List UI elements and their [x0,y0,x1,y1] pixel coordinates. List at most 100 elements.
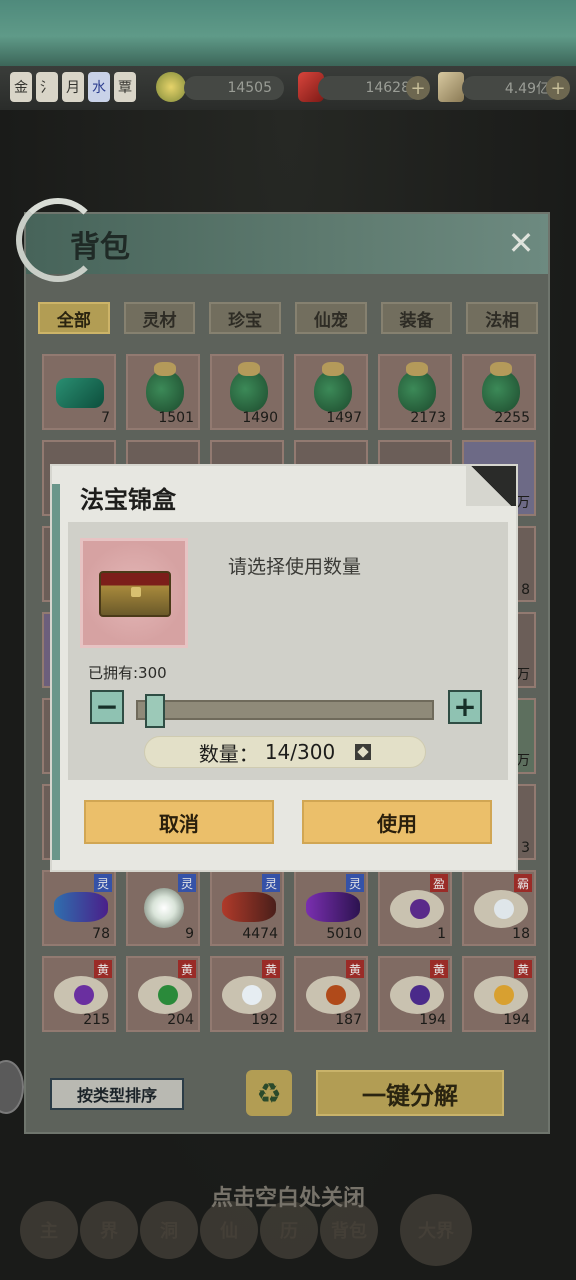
item-count: 187 [335,1012,362,1028]
item-slot[interactable]: 黄 215 [42,956,116,1032]
scroll-orb-icon [306,976,360,1014]
grade-tag: 灵 [262,874,280,892]
dialog-title: 法宝锦盒 [80,485,176,514]
item-slot[interactable]: 1501 [126,354,200,430]
cancel-button[interactable]: 取消 [84,800,274,844]
tab-treasures[interactable]: 珍宝 [209,302,282,334]
status-badge[interactable]: 氵 [36,72,58,102]
item-count: 18 [512,926,530,942]
edit-icon[interactable] [355,744,372,760]
grade-tag: 黄 [178,960,196,978]
item-count: 194 [419,1012,446,1028]
item-slot[interactable]: 黄 194 [462,956,536,1032]
use-item-dialog: 法宝锦盒 请选择使用数量 已拥有:300 − + 数量： 14/300 取消 使… [52,466,516,870]
item-slot[interactable]: 灵9 [126,870,200,946]
tab-avatar[interactable]: 法相 [466,302,539,334]
item-slot[interactable]: 7 [42,354,116,430]
item-count: 9 [185,926,194,942]
page-curl-decoration [466,466,516,506]
scroll-orb-icon [138,976,192,1014]
grade-tag: 黄 [94,960,112,978]
item-slot[interactable]: 灵 5010 [294,870,368,946]
add-jade-button[interactable]: + [406,76,430,100]
tab-materials[interactable]: 灵材 [123,302,196,334]
dialog-body: 请选择使用数量 已拥有:300 − + 数量： 14/300 [68,522,508,780]
item-preview [80,538,188,648]
pouch-icon [146,362,184,412]
status-badge[interactable]: 月 [62,72,84,102]
item-count: 215 [83,1012,110,1028]
item-slot[interactable]: 黄 187 [294,956,368,1032]
grade-tag: 灵 [346,874,364,892]
item-count: 192 [251,1012,278,1028]
item-count: 7 [101,410,110,426]
item-count: 8 [521,582,530,598]
item-slot[interactable]: 黄 194 [378,956,452,1032]
decompose-all-button[interactable]: 一键分解 [316,1070,504,1116]
quantity-label: 数量： [198,741,259,766]
quantity-field[interactable]: 数量： 14/300 [144,736,426,768]
item-slot[interactable]: 黄 204 [126,956,200,1032]
status-badge[interactable]: 金 [10,72,32,102]
item-slot[interactable]: 黄 192 [210,956,284,1032]
item-slot[interactable]: 2173 [378,354,452,430]
grade-tag: 黄 [514,960,532,978]
increase-button[interactable]: + [448,690,482,724]
item-slot[interactable]: 盈1 [378,870,452,946]
item-slot[interactable]: 2255 [462,354,536,430]
sort-by-type-button[interactable]: 按类型排序 [50,1078,184,1110]
grade-tag: 黄 [430,960,448,978]
item-slot[interactable]: 灵 4474 [210,870,284,946]
treasure-chest-icon [99,571,171,617]
grid-row: 黄 215 黄 204 黄 192 黄 187 黄 194 黄 194 [42,956,536,1032]
scroll-orb-icon [222,976,276,1014]
item-count: 1497 [326,410,362,426]
grade-tag: 灵 [178,874,196,892]
status-badge[interactable]: 覃 [114,72,136,102]
item-count: 1501 [158,410,194,426]
top-banner [0,0,576,66]
item-count: 78 [92,926,110,942]
scroll-orb-icon [474,976,528,1014]
grade-tag: 黄 [346,960,364,978]
add-coin-button[interactable]: + [546,76,570,100]
pouch-icon [230,362,268,412]
item-count: 2255 [494,410,530,426]
pouch-icon [398,362,436,412]
tab-all[interactable]: 全部 [38,302,110,334]
slider-handle[interactable] [145,694,166,728]
decrease-button[interactable]: − [90,690,124,724]
tab-pets[interactable]: 仙宠 [295,302,367,334]
item-slot[interactable]: 灵 78 [42,870,116,946]
grade-tag: 盈 [430,874,448,892]
quantity-slider[interactable] [136,700,434,720]
grid-row: 灵 78 灵9 灵 4474 灵 5010 盈1 霸 18 [42,870,536,946]
item-slot[interactable]: 1490 [210,354,284,430]
item-count: 204 [167,1012,194,1028]
recycle-icon[interactable]: ♻ [246,1070,292,1116]
grade-tag: 霸 [514,874,532,892]
item-count: 2173 [410,410,446,426]
item-count: 5010 [326,926,362,942]
item-count: 3 [521,840,530,856]
item-slot[interactable]: 霸 18 [462,870,536,946]
grade-tag: 灵 [94,874,112,892]
item-slot[interactable]: 1497 [294,354,368,430]
item-count: 4474 [242,926,278,942]
coin-icon [438,72,464,102]
scroll-orb-icon [474,890,528,928]
status-badge[interactable]: 水 [88,72,110,102]
scroll-orb-icon [54,976,108,1014]
bag-header: 背包 ✕ [16,198,548,282]
scroll-orb-icon [390,976,444,1014]
spirit-fish-icon [306,892,360,922]
pearl-icon [144,888,184,928]
pouch-icon [314,362,352,412]
quantity-value: 14/300 [264,740,336,764]
owned-count: 已拥有:300 [88,664,167,682]
close-icon[interactable]: ✕ [504,226,538,260]
item-count: 194 [503,1012,530,1028]
use-button[interactable]: 使用 [302,800,492,844]
tab-equipment[interactable]: 装备 [380,302,453,334]
bag-title: 背包 [70,230,130,265]
